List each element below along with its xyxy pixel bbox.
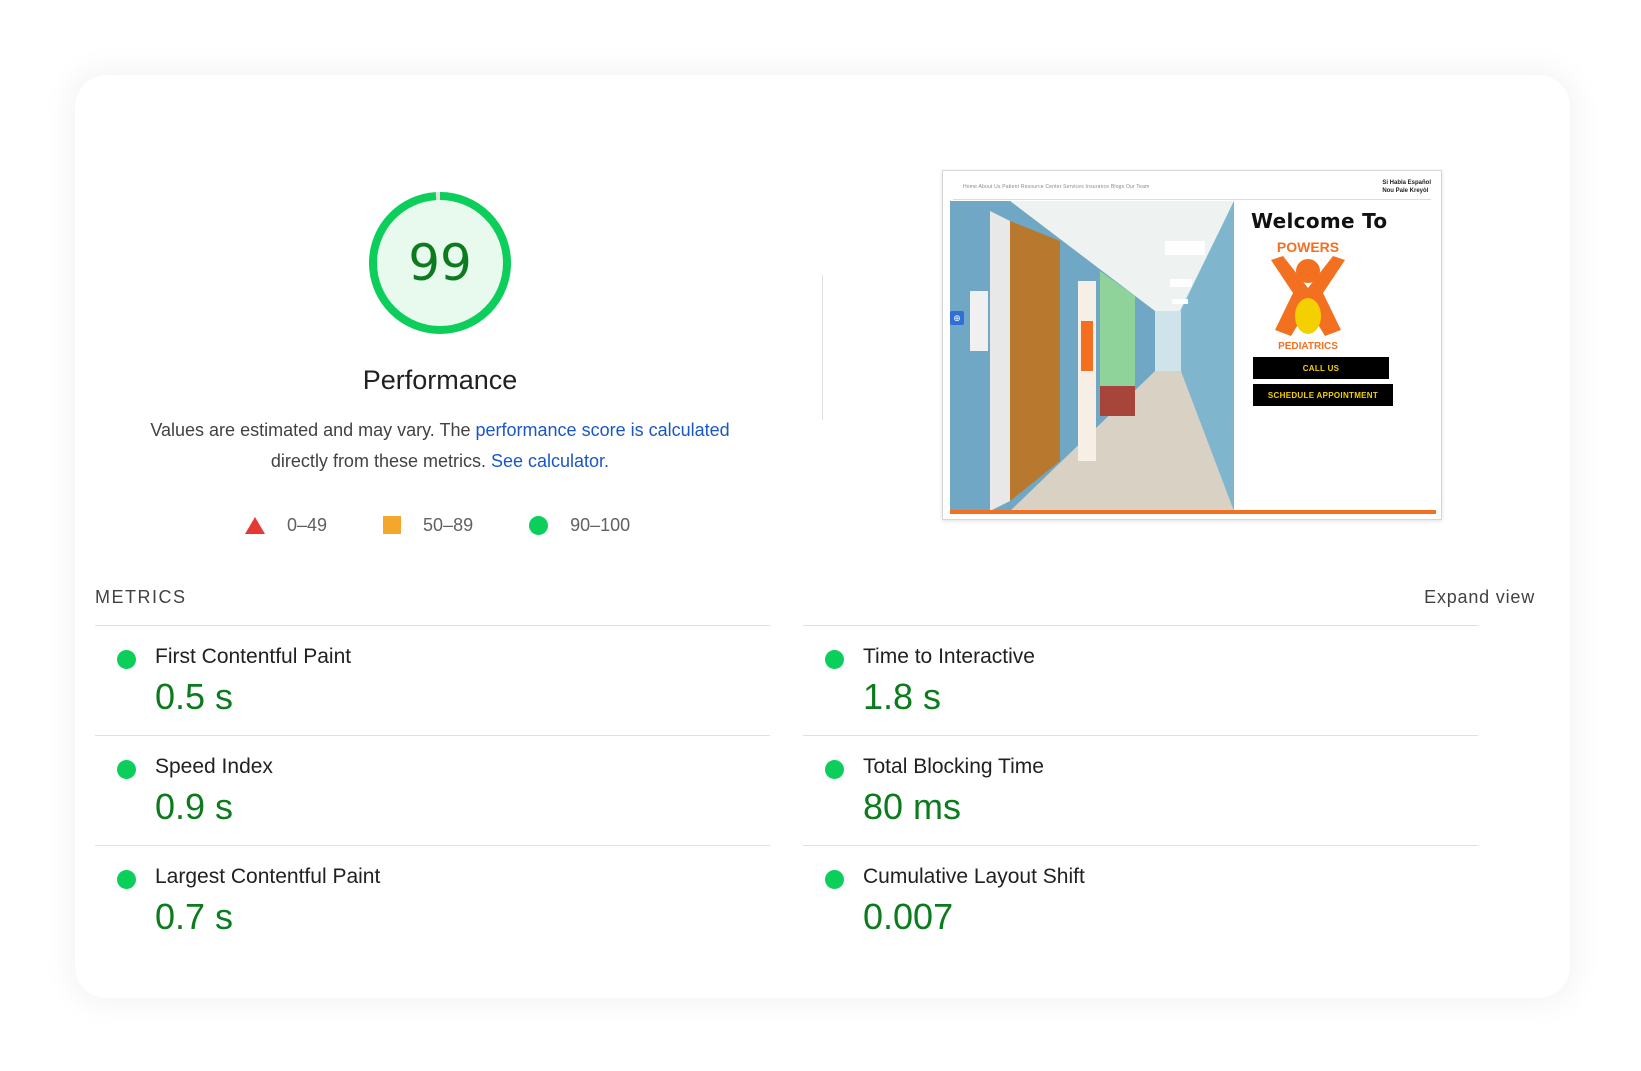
metric-label: Cumulative Layout Shift (863, 865, 1085, 888)
score-legend: 0–49 50–89 90–100 (245, 510, 686, 540)
hallway-photo (950, 201, 1234, 511)
thumb-schedule-appointment-button: SCHEDULE APPOINTMENT (1253, 384, 1393, 406)
pass-circle-icon (825, 760, 844, 779)
metric-value: 0.7 s (155, 896, 234, 937)
metric-cumulative-layout-shift: Cumulative Layout Shift 0.007 (803, 845, 1478, 955)
thumb-nav-links: Home About Us Patient Resource Center Se… (963, 184, 1150, 190)
metric-label: First Contentful Paint (155, 645, 352, 668)
legend-range: 0–49 (287, 514, 328, 535)
performance-score: 99 (408, 234, 472, 292)
metric-value: 1.8 s (863, 676, 942, 717)
metric-time-to-interactive: Time to Interactive 1.8 s (803, 625, 1478, 735)
green-circle-icon (529, 515, 549, 535)
metric-value: 0.5 s (155, 676, 234, 717)
thumb-lang-line: Nou Pale Kreyòl (1382, 188, 1429, 194)
pass-circle-icon (117, 760, 136, 779)
legend-item-fail: 0–49 (245, 515, 327, 536)
metric-label: Time to Interactive (863, 645, 1035, 668)
score-description: Values are estimated and may vary. The p… (120, 415, 760, 477)
pass-circle-icon (117, 870, 136, 889)
lighthouse-report-card: 99 Performance Values are estimated and … (75, 75, 1570, 998)
accessibility-icon: ⊕ (950, 311, 964, 325)
metrics-heading: METRICS (95, 587, 187, 607)
performance-gauge: 99 (365, 188, 515, 338)
metric-label: Speed Index (155, 755, 273, 778)
legend-range: 50–89 (423, 514, 474, 535)
red-triangle-icon (245, 516, 265, 534)
divider (953, 199, 1431, 200)
thumb-welcome-heading: Welcome To (1251, 209, 1388, 233)
metric-label: Total Blocking Time (863, 755, 1044, 778)
metric-first-contentful-paint: First Contentful Paint 0.5 s (95, 625, 770, 735)
final-screenshot[interactable]: Home About Us Patient Resource Center Se… (942, 170, 1442, 520)
expand-view-toggle[interactable]: Expand view (1424, 587, 1535, 608)
legend-item-pass: 90–100 (529, 515, 630, 536)
thumb-lang-line: Si Habla Español (1382, 180, 1431, 186)
metric-total-blocking-time: Total Blocking Time 80 ms (803, 735, 1478, 845)
description-text-2: directly from these metrics. (270, 451, 491, 471)
thumb-language-note: Si Habla Español Nou Pale Kreyòl (1382, 179, 1431, 195)
pass-circle-icon (825, 650, 844, 669)
logo-top-text: POWERS (1277, 239, 1339, 255)
metric-largest-contentful-paint: Largest Contentful Paint 0.7 s (95, 845, 770, 955)
thumb-navbar: Home About Us Patient Resource Center Se… (943, 171, 1441, 201)
orange-square-icon (383, 516, 402, 534)
vertical-divider (822, 275, 823, 420)
legend-range: 90–100 (570, 514, 631, 535)
pass-circle-icon (117, 650, 136, 669)
metric-value: 0.007 (863, 896, 954, 937)
thumb-orange-bar (950, 510, 1436, 514)
pass-circle-icon (825, 870, 844, 889)
score-calculated-link[interactable]: performance score is calculated (476, 420, 730, 440)
see-calculator-link[interactable]: See calculator. (491, 451, 609, 471)
metric-label: Largest Contentful Paint (155, 865, 381, 888)
description-text-1: Values are estimated and may vary. The (150, 420, 476, 440)
metric-value: 0.9 s (155, 786, 234, 827)
metric-value: 80 ms (863, 786, 962, 827)
logo-bottom-text: PEDIATRICS (1278, 341, 1338, 352)
legend-item-average: 50–89 (383, 515, 473, 536)
gauge-title: Performance (362, 365, 518, 395)
thumb-call-us-button: CALL US (1253, 357, 1389, 379)
metric-speed-index: Speed Index 0.9 s (95, 735, 770, 845)
powers-pediatrics-logo: POWERS PEDIATRICS (1271, 239, 1345, 352)
